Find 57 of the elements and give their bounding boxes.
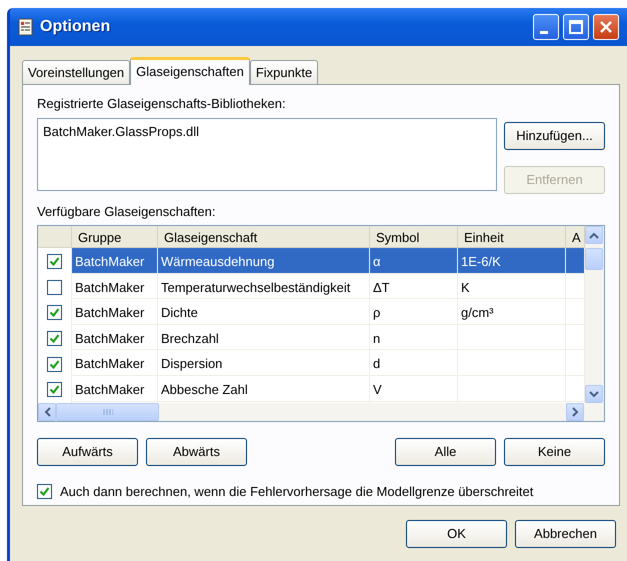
window-title: Optionen (40, 17, 112, 37)
table-row[interactable]: BatchMaker Dichte ρ g/cm³ (38, 299, 585, 325)
action-button[interactable]: Aufwärts (37, 438, 138, 466)
document-icon (18, 18, 34, 36)
column-header[interactable]: Einheit (458, 226, 566, 247)
table-cell: BatchMaker (72, 248, 158, 276)
checkbox[interactable] (47, 331, 62, 346)
maximize-button[interactable] (563, 14, 589, 40)
table-cell: d (370, 350, 458, 378)
dialog-button[interactable]: Abbrechen (515, 520, 616, 548)
table-cell: Dichte (158, 299, 370, 327)
table-cell: 1E-6/K (458, 248, 566, 276)
action-button[interactable]: Hinzufügen... (504, 122, 605, 150)
action-button[interactable]: Alle (395, 438, 496, 466)
maximize-icon (569, 20, 583, 34)
table-cell: K (458, 274, 566, 302)
list-item[interactable]: BatchMaker.GlassProps.dll (43, 122, 491, 141)
close-icon (599, 20, 613, 34)
table-cell: Brechzahl (158, 324, 370, 352)
checkbox[interactable] (47, 280, 62, 295)
table-cell: Wärmeausdehnung (158, 248, 370, 276)
tab[interactable]: Voreinstellungen (22, 60, 130, 84)
action-button[interactable]: Keine (504, 438, 605, 466)
table-row[interactable]: BatchMaker Temperaturwechselbeständigkeit ΔT K (38, 274, 585, 300)
checkbox-label[interactable]: Auch dann berechnen, wenn die Fehlervorhersage die Modellgrenze überschreitet (60, 482, 534, 502)
table-row[interactable]: BatchMaker Brechzahl n (38, 324, 585, 350)
action-button[interactable]: Abwärts (146, 438, 247, 466)
table-cell: ρ (370, 299, 458, 327)
checkbox[interactable] (47, 382, 62, 398)
library-list[interactable]: BatchMaker.GlassProps.dll (37, 118, 497, 190)
table-cell: Dispersion (158, 350, 370, 378)
tab[interactable]: Glaseigenschaften (130, 57, 250, 85)
scrollbar-thumb[interactable] (56, 403, 159, 421)
table-cell: BatchMaker (72, 299, 158, 327)
table-row[interactable]: BatchMaker Wärmeausdehnung α 1E-6/K (38, 248, 585, 274)
scrollbar-thumb[interactable] (585, 248, 603, 270)
checkbox[interactable] (37, 484, 52, 500)
table-cell: BatchMaker (72, 350, 158, 378)
column-header[interactable]: Symbol (370, 226, 458, 247)
table-row[interactable]: BatchMaker Dispersion d (38, 350, 585, 376)
table-cell: ΔT (370, 274, 458, 302)
column-header[interactable]: Glaseigenschaft (158, 226, 370, 247)
section-label: Registrierte Glaseigenschafts-Bibliotheken: (37, 95, 287, 113)
checkbox[interactable] (47, 305, 62, 320)
column-header[interactable]: Gruppe (72, 226, 158, 247)
table-cell: n (370, 324, 458, 352)
table-cell: α (370, 248, 458, 276)
close-button[interactable] (593, 14, 619, 40)
minimize-icon (540, 30, 548, 34)
checkbox[interactable] (47, 254, 62, 270)
checkbox[interactable] (47, 356, 62, 372)
tab[interactable]: Fixpunkte (250, 60, 318, 84)
section-label: Verfügbare Glaseigenschaften: (37, 202, 217, 221)
table-cell: Temperaturwechselbeständigkeit (158, 274, 370, 302)
dialog-button[interactable]: OK (406, 520, 507, 548)
table-cell: g/cm³ (458, 299, 566, 327)
minimize-button[interactable] (533, 14, 559, 40)
